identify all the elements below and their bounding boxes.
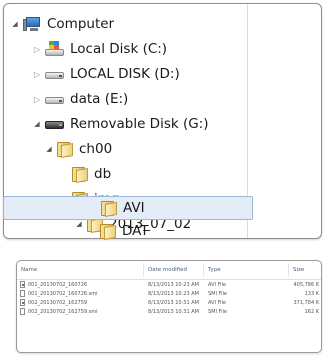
tree-item-label: ch00	[79, 141, 113, 157]
file-size: 405,786 K	[293, 282, 319, 288]
column-header-date[interactable]: Date modified	[148, 267, 187, 273]
tree-item-label: AVI	[123, 200, 145, 216]
file-size: 133 K	[304, 291, 319, 297]
tree-item-label: db	[94, 166, 112, 182]
tree-item-label: data (E:)	[70, 91, 129, 107]
file-size: 162 K	[304, 309, 319, 315]
folder-icon	[101, 200, 118, 217]
tree-item-data-e[interactable]: ▷ data (E:)	[4, 87, 247, 111]
file-name: 002_20130702_162759	[28, 300, 88, 306]
file-date: 8/13/2013 10:31 AM	[148, 300, 199, 306]
tree-item-local-disk-c[interactable]: ▷ Local Disk (C:)	[4, 37, 247, 61]
hard-drive-icon	[45, 68, 65, 80]
folder-icon	[100, 223, 117, 240]
tree-item-label: Local Disk (C:)	[70, 41, 168, 57]
tree-item-db[interactable]: db	[4, 162, 247, 186]
computer-icon	[23, 16, 42, 32]
file-name: 001_20130702_160726.smi	[28, 291, 98, 297]
column-header-row: Name Date modified Type Size	[17, 261, 321, 280]
file-list-panel: Name Date modified Type Size 001_2013070…	[16, 260, 322, 353]
expand-arrow-icon[interactable]: ◢	[32, 120, 42, 128]
file-type: SMI File	[208, 291, 227, 297]
file-row[interactable]: 001_20130702_160726 8/13/2013 10:23 AM A…	[17, 281, 321, 289]
file-type: SMI File	[208, 309, 227, 315]
file-icon	[20, 290, 25, 297]
tree-item-ch00[interactable]: ◢ ch00	[4, 137, 247, 161]
folder-icon	[72, 166, 89, 183]
collapse-arrow-icon[interactable]: ▷	[32, 70, 42, 79]
tree-item-label: Removable Disk (G:)	[70, 116, 209, 132]
expand-arrow-icon[interactable]: ◢	[44, 145, 54, 153]
file-date: 8/13/2013 10:23 AM	[148, 291, 199, 297]
tree-item-label: Computer	[47, 16, 115, 32]
removable-drive-icon	[45, 118, 65, 130]
video-file-icon	[20, 299, 25, 306]
file-size: 371,784 K	[293, 300, 319, 306]
file-date: 8/13/2013 10:23 AM	[148, 282, 199, 288]
tree-item-dat[interactable]: DAT	[3, 219, 246, 243]
collapse-arrow-icon[interactable]: ▷	[32, 45, 42, 54]
column-header-size[interactable]: Size	[293, 267, 304, 273]
system-drive-icon	[45, 41, 65, 57]
tree-item-removable-disk-g[interactable]: ◢ Removable Disk (G:)	[4, 112, 247, 136]
expand-arrow-icon[interactable]: ◢	[10, 20, 20, 28]
file-name: 002_20130702_162759.smi	[28, 309, 98, 315]
tree-item-local-disk-d[interactable]: ▷ LOCAL DISK (D:)	[4, 62, 247, 86]
file-type: AVI File	[208, 282, 226, 288]
tree-item-label: DAT	[122, 223, 149, 239]
column-header-type[interactable]: Type	[208, 267, 221, 273]
tree-item-computer[interactable]: ◢ Computer	[4, 12, 247, 36]
file-row[interactable]: 002_20130702_162759 8/13/2013 10:31 AM A…	[17, 299, 321, 307]
file-date: 8/13/2013 10:31 AM	[148, 309, 199, 315]
file-type: AVI File	[208, 300, 226, 306]
tree-item-avi[interactable]: AVI	[3, 196, 253, 220]
folder-icon	[57, 141, 74, 158]
hard-drive-icon	[45, 93, 65, 105]
tree-item-label: LOCAL DISK (D:)	[70, 66, 180, 82]
file-row[interactable]: 001_20130702_160726.smi 8/13/2013 10:23 …	[17, 290, 321, 298]
file-icon	[20, 308, 25, 315]
video-file-icon	[20, 281, 25, 288]
collapse-arrow-icon[interactable]: ▷	[32, 95, 42, 104]
file-row[interactable]: 002_20130702_162759.smi 8/13/2013 10:31 …	[17, 308, 321, 316]
column-header-name[interactable]: Name	[21, 267, 37, 273]
file-name: 001_20130702_160726	[28, 282, 88, 288]
